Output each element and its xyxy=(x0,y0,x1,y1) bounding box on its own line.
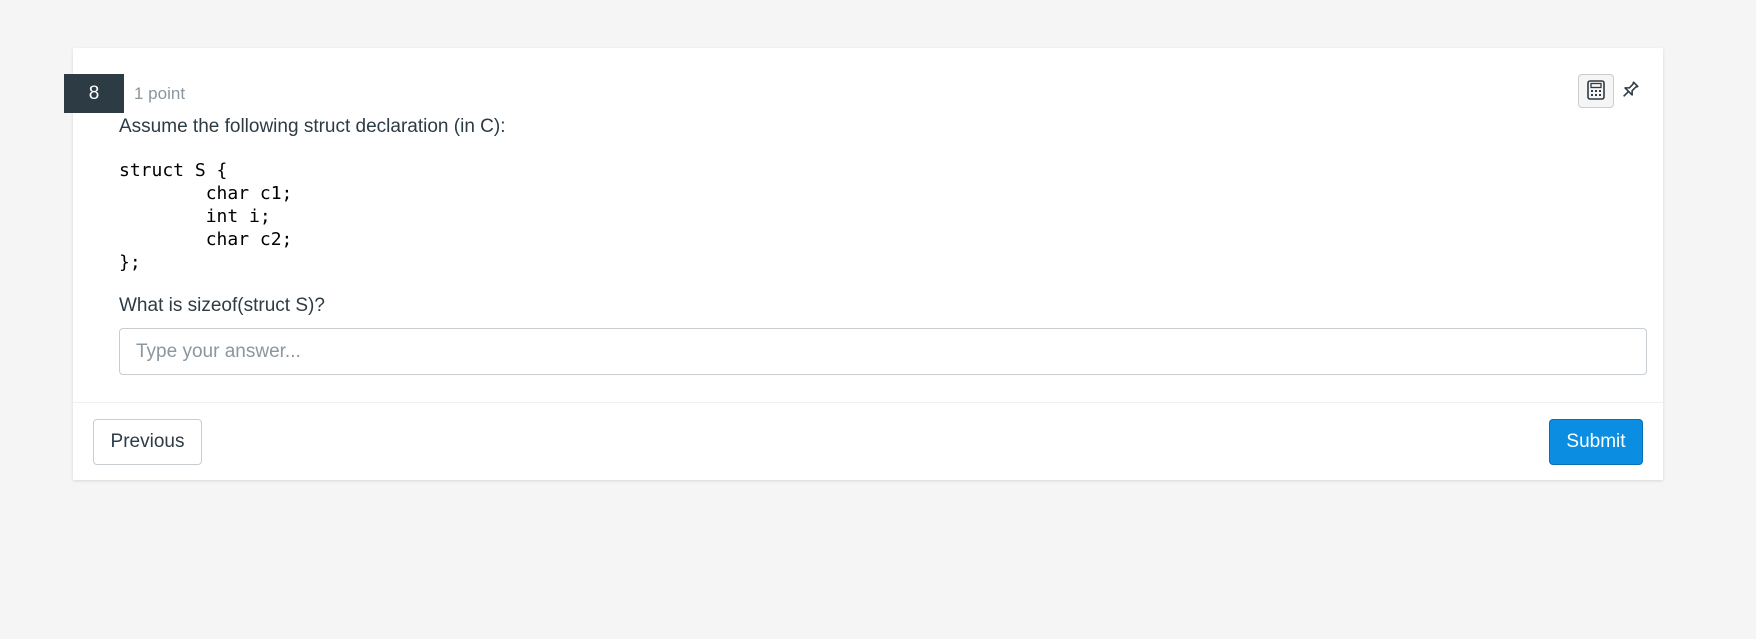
pin-icon xyxy=(1619,79,1641,104)
pin-button[interactable] xyxy=(1612,74,1648,108)
submit-button[interactable]: Submit xyxy=(1549,419,1643,465)
previous-button[interactable]: Previous xyxy=(93,419,202,465)
calculator-button[interactable] xyxy=(1578,74,1614,108)
question-points: 1 point xyxy=(134,84,186,103)
answer-input[interactable] xyxy=(119,328,1647,375)
question-card xyxy=(73,48,1663,480)
code-block: struct S { char c1; int i; char c2; }; xyxy=(119,160,293,273)
footer-divider xyxy=(73,402,1663,403)
question-number-badge: 8 xyxy=(64,74,124,113)
question-text: What is sizeof(struct S)? xyxy=(119,295,325,316)
question-prompt: Assume the following struct declaration … xyxy=(119,116,506,137)
calculator-icon xyxy=(1587,79,1605,103)
